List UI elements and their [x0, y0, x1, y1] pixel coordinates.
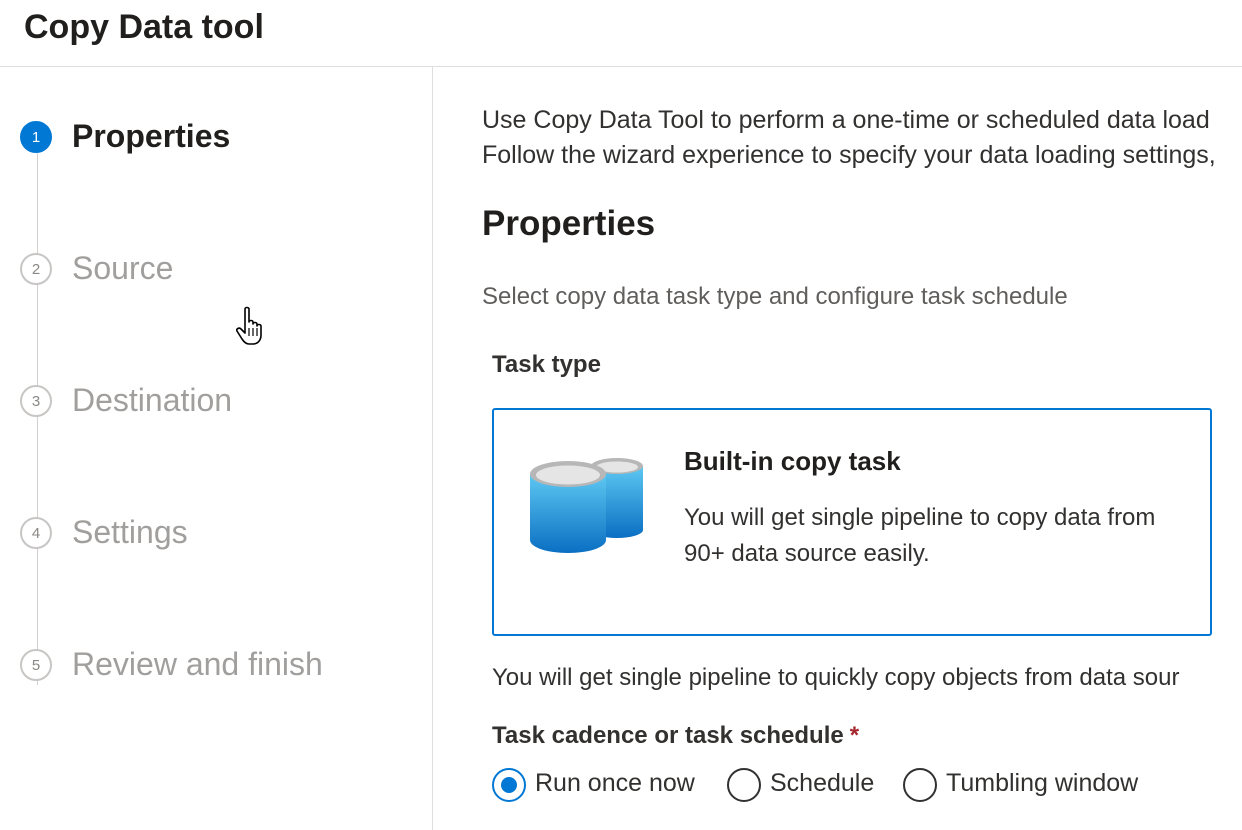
required-marker: * [849, 722, 860, 749]
radio-tumbling-window[interactable]: Tumbling window [903, 767, 1163, 805]
database-icon [530, 458, 643, 553]
step-label: Source [72, 250, 174, 286]
task-card-description: You will get single pipeline to copy dat… [684, 504, 1156, 567]
task-card-title: Built-in copy task [684, 446, 901, 476]
header: Copy Data tool [0, 0, 1242, 67]
step-settings[interactable]: 4 Settings [20, 514, 420, 555]
main-content: Use Copy Data Tool to perform a one-time… [434, 67, 1242, 830]
intro-line-1: Use Copy Data Tool to perform a one-time… [482, 106, 1210, 134]
section-title: Properties [482, 204, 656, 243]
page-title: Copy Data tool [24, 8, 264, 46]
step-label: Properties [72, 118, 231, 154]
radio-circle [492, 768, 526, 802]
radio-run-once-now[interactable]: Run once now [492, 767, 702, 805]
radio-circle [727, 768, 761, 802]
step-label: Review and finish [72, 646, 323, 682]
radio-label: Tumbling window [946, 769, 1139, 797]
step-number-badge: 5 [20, 649, 52, 681]
step-label: Destination [72, 382, 233, 418]
cadence-label: Task cadence or task schedule [492, 722, 844, 749]
task-type-label: Task type [492, 351, 601, 378]
radio-label: Schedule [770, 769, 875, 797]
wizard-steps-sidebar: 1 Properties 2 Source 3 Destination 4 Se… [0, 67, 433, 830]
step-number-badge: 3 [20, 385, 52, 417]
step-destination[interactable]: 3 Destination [20, 382, 420, 423]
step-source[interactable]: 2 Source [20, 250, 420, 291]
radio-label: Run once now [535, 769, 695, 797]
step-label: Settings [72, 514, 188, 550]
step-properties[interactable]: 1 Properties [20, 118, 420, 159]
section-subtitle: Select copy data task type and configure… [482, 283, 1068, 310]
radio-selected-dot [501, 777, 517, 793]
step-number-badge: 4 [20, 517, 52, 549]
built-in-copy-task-card[interactable]: Built-in copy task You will get single p… [492, 408, 1212, 636]
radio-circle [903, 768, 937, 802]
task-type-note: You will get single pipeline to quickly … [492, 664, 1180, 691]
step-number-badge: 1 [20, 121, 52, 153]
step-number-badge: 2 [20, 253, 52, 285]
cadence-label-row: Task cadence or task schedule * [492, 722, 859, 750]
intro-text: Use Copy Data Tool to perform a one-time… [482, 103, 1216, 173]
hand-pointer-cursor-icon [236, 306, 262, 345]
step-review-and-finish[interactable]: 5 Review and finish [20, 646, 420, 687]
intro-line-2: Follow the wizard experience to specify … [482, 141, 1216, 169]
radio-schedule[interactable]: Schedule [727, 767, 877, 805]
